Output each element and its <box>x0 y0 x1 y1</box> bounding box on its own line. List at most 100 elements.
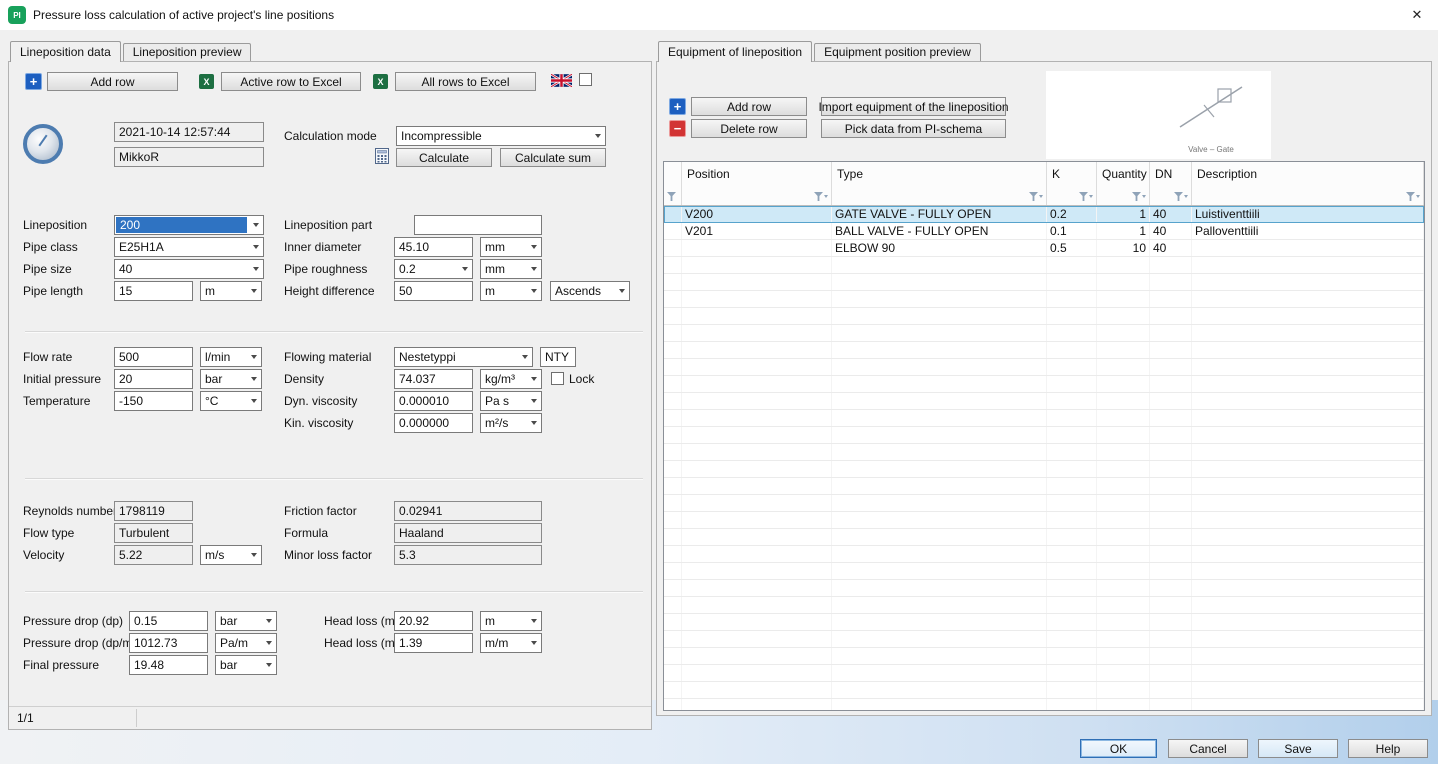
dyn-viscosity-field[interactable]: 0.000010 <box>394 391 473 411</box>
initial-pressure-unit-combo[interactable]: bar <box>200 369 262 389</box>
inner-diameter-field[interactable]: 45.10 <box>394 237 473 257</box>
chevron-down-icon[interactable] <box>526 370 541 388</box>
filter-icon[interactable] <box>814 192 828 201</box>
table-row-empty[interactable] <box>664 325 1424 342</box>
height-difference-unit-combo[interactable]: m <box>480 281 542 301</box>
cancel-button[interactable]: Cancel <box>1168 739 1248 758</box>
chevron-down-icon[interactable] <box>526 612 541 630</box>
chevron-down-icon[interactable] <box>526 392 541 410</box>
flow-rate-field[interactable]: 500 <box>114 347 193 367</box>
pipe-roughness-unit-combo[interactable]: mm <box>480 259 542 279</box>
add-row-icon[interactable]: + <box>669 98 686 115</box>
flow-rate-unit-combo[interactable]: l/min <box>200 347 262 367</box>
pressure-drop-dpm-unit-combo[interactable]: Pa/m <box>215 633 277 653</box>
kin-viscosity-unit-combo[interactable]: m²/s <box>480 413 542 433</box>
final-pressure-unit-combo[interactable]: bar <box>215 655 277 675</box>
table-row-empty[interactable] <box>664 597 1424 614</box>
table-row-empty[interactable] <box>664 308 1424 325</box>
lineposition-part-field[interactable] <box>414 215 542 235</box>
filter-icon[interactable] <box>1029 192 1043 201</box>
chevron-down-icon[interactable] <box>526 634 541 652</box>
calculation-mode-combo[interactable]: Incompressible <box>396 126 606 146</box>
pipe-roughness-combo[interactable]: 0.2 <box>394 259 473 279</box>
temperature-field[interactable]: -150 <box>114 391 193 411</box>
chevron-down-icon[interactable] <box>248 216 263 234</box>
height-difference-field[interactable]: 50 <box>394 281 473 301</box>
table-row-empty[interactable] <box>664 631 1424 648</box>
table-row-empty[interactable] <box>664 512 1424 529</box>
pipe-class-combo[interactable]: E25H1A <box>114 237 264 257</box>
head-loss-m-unit-combo[interactable]: m <box>480 611 542 631</box>
lineposition-combo[interactable]: 200 <box>114 215 264 235</box>
calculate-button[interactable]: Calculate <box>396 148 492 167</box>
ok-button[interactable]: OK <box>1080 739 1157 758</box>
chevron-down-icon[interactable] <box>261 634 276 652</box>
column-header-position[interactable]: Position <box>682 162 832 205</box>
chevron-down-icon[interactable] <box>590 127 605 145</box>
delete-row-icon[interactable]: − <box>669 120 686 137</box>
chevron-down-icon[interactable] <box>246 282 261 300</box>
table-row-empty[interactable] <box>664 495 1424 512</box>
chevron-down-icon[interactable] <box>526 282 541 300</box>
table-row-empty[interactable] <box>664 614 1424 631</box>
chevron-down-icon[interactable] <box>248 260 263 278</box>
pipe-size-combo[interactable]: 40 <box>114 259 264 279</box>
save-button[interactable]: Save <box>1258 739 1338 758</box>
tab-lineposition-preview[interactable]: Lineposition preview <box>123 43 252 61</box>
table-row[interactable]: V201BALL VALVE - FULLY OPEN0.1140Pallove… <box>664 223 1424 240</box>
chevron-down-icon[interactable] <box>248 238 263 256</box>
filter-icon[interactable] <box>1174 192 1188 201</box>
filter-icon[interactable] <box>1079 192 1093 201</box>
filter-icon[interactable] <box>1406 192 1420 201</box>
chevron-down-icon[interactable] <box>246 392 261 410</box>
head-loss-mm-unit-combo[interactable]: m/m <box>480 633 542 653</box>
dyn-viscosity-unit-combo[interactable]: Pa s <box>480 391 542 411</box>
table-row-empty[interactable] <box>664 529 1424 546</box>
calculate-sum-button[interactable]: Calculate sum <box>500 148 606 167</box>
chevron-down-icon[interactable] <box>261 656 276 674</box>
table-row-empty[interactable] <box>664 461 1424 478</box>
table-row-empty[interactable] <box>664 342 1424 359</box>
uk-flag-icon[interactable] <box>551 74 572 87</box>
tab-lineposition-data[interactable]: Lineposition data <box>10 41 121 62</box>
table-row[interactable]: ELBOW 900.51040 <box>664 240 1424 257</box>
calculator-icon[interactable] <box>374 148 390 164</box>
table-row[interactable]: V200GATE VALVE - FULLY OPEN0.2140Luistiv… <box>664 206 1424 223</box>
final-pressure-field[interactable]: 19.48 <box>129 655 208 675</box>
lock-checkbox[interactable] <box>551 372 564 385</box>
pipe-length-unit-combo[interactable]: m <box>200 281 262 301</box>
column-header-dn[interactable]: DN <box>1150 162 1192 205</box>
chevron-down-icon[interactable] <box>246 348 261 366</box>
density-field[interactable]: 74.037 <box>394 369 473 389</box>
chevron-down-icon[interactable] <box>526 260 541 278</box>
table-row-empty[interactable] <box>664 444 1424 461</box>
add-row-button[interactable]: Add row <box>47 72 178 91</box>
filter-icon[interactable] <box>1132 192 1146 201</box>
column-header-quantity[interactable]: Quantity <box>1097 162 1150 205</box>
active-row-to-excel-button[interactable]: Active row to Excel <box>221 72 361 91</box>
chevron-down-icon[interactable] <box>517 348 532 366</box>
table-row-empty[interactable] <box>664 427 1424 444</box>
pressure-drop-dp-field[interactable]: 0.15 <box>129 611 208 631</box>
head-loss-mm-field[interactable]: 1.39 <box>394 633 473 653</box>
table-row-empty[interactable] <box>664 699 1424 710</box>
inner-diameter-unit-combo[interactable]: mm <box>480 237 542 257</box>
column-header-k[interactable]: K <box>1047 162 1097 205</box>
pick-data-button[interactable]: Pick data from PI-schema <box>821 119 1006 138</box>
import-equipment-button[interactable]: Import equipment of the lineposition <box>821 97 1006 116</box>
table-row-empty[interactable] <box>664 682 1424 699</box>
chevron-down-icon[interactable] <box>526 414 541 432</box>
chevron-down-icon[interactable] <box>246 370 261 388</box>
velocity-unit-combo[interactable]: m/s <box>200 545 262 565</box>
chevron-down-icon[interactable] <box>261 612 276 630</box>
add-row-icon[interactable]: + <box>25 73 42 90</box>
pipe-length-field[interactable]: 15 <box>114 281 193 301</box>
table-row-empty[interactable] <box>664 563 1424 580</box>
kin-viscosity-field[interactable]: 0.000000 <box>394 413 473 433</box>
filter-icon[interactable] <box>667 192 676 201</box>
tab-equipment-position-preview[interactable]: Equipment position preview <box>814 43 981 61</box>
equipment-delete-row-button[interactable]: Delete row <box>691 119 807 138</box>
language-checkbox[interactable] <box>579 73 592 86</box>
table-row-empty[interactable] <box>664 648 1424 665</box>
tab-equipment-of-lineposition[interactable]: Equipment of lineposition <box>658 41 812 62</box>
